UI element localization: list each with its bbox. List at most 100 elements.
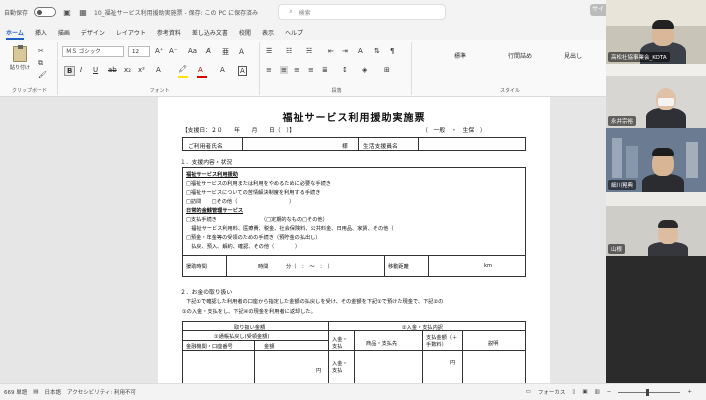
phonetic-guide-icon[interactable]: 亜	[222, 47, 229, 57]
participant-body	[648, 242, 688, 256]
quick-access-icon[interactable]: ▦	[78, 7, 88, 17]
welfare-heading: 福祉サービス利用援助	[186, 172, 238, 178]
proofing-icon[interactable]: ▤	[33, 389, 38, 395]
tab-layout[interactable]: レイアウト	[116, 28, 146, 40]
borders-icon[interactable]: ⊞	[384, 66, 390, 74]
paste-button[interactable]: 貼り付け	[10, 45, 30, 71]
font-color-bar	[197, 76, 207, 78]
show-marks-icon[interactable]: ¶	[390, 47, 394, 55]
cut-icon[interactable]: ✂	[38, 47, 44, 55]
style-normal[interactable]: 標準	[454, 51, 466, 60]
welfare-item-1: □福祉サービスの利用または利用をやめるために必要な手続き	[186, 181, 331, 187]
font-color-icon[interactable]: A	[198, 66, 203, 74]
web-layout-icon[interactable]: ▥	[595, 389, 600, 395]
tab-design[interactable]: デザイン	[81, 28, 105, 40]
participant-tile[interactable]: 高松社協事業会_KOTA	[606, 0, 706, 64]
font-name-select[interactable]: ＭＳ ゴシック	[62, 46, 124, 57]
style-no-spacing[interactable]: 行間詰め	[508, 51, 532, 60]
line-spacing-icon[interactable]: ↕	[342, 66, 348, 74]
payment-yen: 円	[450, 360, 456, 366]
align-center-icon[interactable]: ≡	[280, 66, 288, 74]
welfare-item-3: □訪問 □その他（ ）	[186, 199, 295, 205]
styles-group: 標準 行間詰め 見出し スタイル	[414, 42, 606, 95]
tab-home[interactable]: ホーム	[6, 28, 24, 40]
styles-group-label: スタイル	[499, 88, 520, 94]
increase-indent-icon[interactable]: ⇥	[342, 47, 348, 55]
distributed-icon[interactable]: ≣	[322, 66, 328, 74]
style-heading[interactable]: 見出し	[564, 51, 582, 60]
sort-icon[interactable]: ⇅	[374, 47, 380, 55]
search-input[interactable]: ⌕ 検索	[278, 4, 447, 20]
autosave-label: 自動保存	[4, 9, 29, 17]
tab-review[interactable]: 校閲	[239, 28, 251, 40]
entry-col-header: 入金・支払	[332, 337, 348, 350]
tab-insert[interactable]: 挿入	[35, 28, 47, 40]
divider	[182, 255, 526, 256]
focus-icon[interactable]: ▭	[526, 389, 531, 395]
text-effects-icon[interactable]: A	[156, 66, 161, 74]
underline-button[interactable]: U	[93, 66, 98, 74]
shrink-font-icon[interactable]: A⁻	[169, 47, 177, 55]
language-label[interactable]: 日本語	[44, 388, 61, 396]
clipboard-group: 貼り付け ✂ ⧉ 🖌 クリップボード	[2, 42, 58, 95]
accessibility-status[interactable]: アクセシビリティ: 利用不可	[67, 388, 136, 396]
tab-references[interactable]: 参考資料	[157, 28, 181, 40]
change-case-icon[interactable]: Aa	[188, 47, 197, 55]
distance-label: 移動距離	[388, 264, 409, 270]
justify-icon[interactable]: ≡	[308, 66, 314, 74]
zoom-out-icon[interactable]: −	[607, 389, 612, 395]
zoom-slider[interactable]	[618, 388, 681, 396]
clear-format-icon[interactable]: A̸	[206, 47, 211, 55]
align-right-icon[interactable]: ≡	[294, 66, 300, 74]
divider	[358, 137, 359, 151]
participant-tile[interactable]: 細川晃典	[606, 128, 706, 192]
italic-button[interactable]: I	[80, 66, 82, 74]
shading-icon[interactable]: ◈	[362, 66, 367, 74]
focus-label[interactable]: フォーカス	[538, 388, 566, 396]
background-building	[626, 146, 638, 178]
superscript-button[interactable]: x²	[138, 66, 145, 74]
numbering-icon[interactable]: ☷	[286, 47, 292, 55]
participant-tile[interactable]: 永井宗裕	[606, 64, 706, 128]
bullets-icon[interactable]: ☰	[266, 47, 272, 55]
print-layout-icon[interactable]: ▣	[582, 389, 587, 395]
clipboard-group-label: クリップボード	[11, 88, 47, 94]
save-icon[interactable]: ▣	[62, 7, 72, 17]
bold-button[interactable]: B	[64, 66, 76, 76]
font-size-select[interactable]: 12	[128, 46, 150, 57]
document-canvas[interactable]: 福祉サービス利用援助実施票 【支援日：２０ 年 月 日（ ）】 （ 一般 ・ 生…	[0, 97, 606, 383]
participant-tile[interactable]: 山根	[606, 192, 706, 256]
asian-layout-icon[interactable]: A	[358, 47, 363, 55]
multilevel-list-icon[interactable]: ☵	[306, 47, 312, 55]
participant-body	[642, 174, 684, 192]
account-header: 金融機関・口座番号	[186, 344, 233, 350]
grow-font-icon[interactable]: A⁺	[155, 47, 163, 55]
enclose-char-icon[interactable]: Ａ	[238, 47, 245, 57]
tab-mailings[interactable]: 差し込み文書	[192, 28, 228, 40]
withdrawal-yen: 円	[316, 368, 322, 374]
money-text-1: 下記①で確認した利用者の口座から指定した金額の払戻しを受け、その金額を下記②で預…	[186, 299, 444, 305]
align-left-icon[interactable]: ≡	[266, 66, 272, 74]
highlight-icon[interactable]: 🖍	[178, 65, 187, 73]
copy-icon[interactable]: ⧉	[38, 59, 43, 68]
tab-draw[interactable]: 描画	[58, 28, 70, 40]
subscript-button[interactable]: x₂	[124, 66, 131, 74]
divider	[384, 255, 385, 277]
entry-col-cell: 入金・支払	[332, 361, 348, 374]
entry-header: ②入金・支払内訳	[402, 325, 443, 331]
participant-name: 永井宗裕	[608, 116, 637, 126]
document-page[interactable]: 福祉サービス利用援助実施票 【支援日：２０ 年 月 日（ ）】 （ 一般 ・ 生…	[158, 97, 550, 383]
tab-help[interactable]: ヘルプ	[285, 28, 303, 40]
char-shading-icon[interactable]: A	[220, 66, 225, 74]
decrease-indent-icon[interactable]: ⇤	[328, 47, 334, 55]
format-painter-icon[interactable]: 🖌	[38, 71, 47, 79]
read-mode-icon[interactable]: ▯	[572, 389, 575, 395]
account-badge[interactable]: サイ	[590, 4, 606, 16]
zoom-in-icon[interactable]: +	[687, 389, 692, 395]
strikethrough-button[interactable]: ab	[108, 66, 117, 74]
char-border-icon[interactable]: A	[238, 66, 247, 76]
payment-col-header: 支払金額（＋手数料）	[426, 335, 458, 348]
word-count[interactable]: 669 単語	[4, 388, 27, 396]
tab-view[interactable]: 表示	[262, 28, 274, 40]
autosave-toggle[interactable]	[34, 7, 57, 17]
